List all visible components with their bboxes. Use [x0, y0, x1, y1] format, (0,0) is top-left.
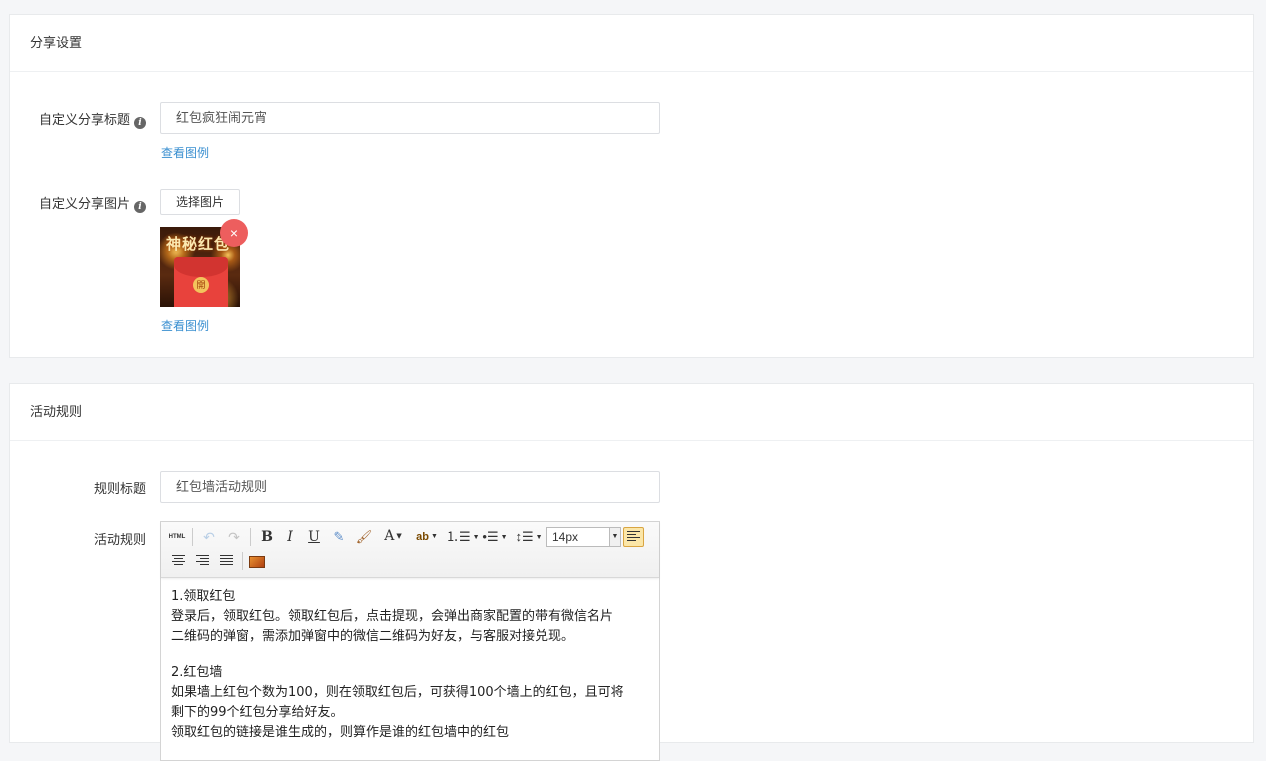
- justify-center-button[interactable]: [169, 551, 189, 571]
- eraser-icon[interactable]: ✎: [329, 527, 349, 547]
- justify-left-button[interactable]: [623, 527, 644, 547]
- toolbar-separator: [242, 552, 243, 570]
- toolbar-separator: [192, 528, 193, 546]
- align-right-icon: [196, 555, 209, 567]
- share-image-label-text: 自定义分享图片: [38, 196, 130, 211]
- insert-image-icon[interactable]: [247, 551, 267, 571]
- rule-paragraph-title: 1.领取红包: [171, 589, 236, 604]
- share-settings-panel: 分享设置 自定义分享标题 i 红包疯狂闹元宵 查看图例 自定义分享图片 i 选择图片…: [9, 14, 1254, 358]
- editor-content[interactable]: 1.领取红包 登录后，领取红包。领取红包后，点击提现，会弹出商家配置的带有微信名…: [161, 578, 659, 752]
- red-envelope-image: 開: [174, 257, 228, 307]
- image-icon-shape: [249, 556, 265, 568]
- info-icon[interactable]: i: [134, 201, 146, 213]
- align-center-icon: [172, 555, 185, 567]
- share-title-label: 自定义分享标题 i: [6, 109, 146, 129]
- share-title-example-link[interactable]: 查看图例: [161, 144, 209, 161]
- share-title-label-text: 自定义分享标题: [38, 112, 130, 127]
- select-image-button[interactable]: 选择图片: [160, 189, 241, 215]
- activity-rules-panel: 活动规则 规则标题 红包墙活动规则 活动规则 HTML ↶ ↷ B I U ✎ …: [9, 383, 1254, 761]
- rule-content-label: 活动规则: [93, 532, 146, 547]
- line-height-icon[interactable]: ↕☰ ▼: [514, 527, 544, 547]
- bold-button[interactable]: B: [257, 527, 277, 547]
- underline-button[interactable]: U: [304, 527, 324, 547]
- rule-paragraph-line: 剩下的99个红包分享给好友。: [171, 705, 344, 720]
- rich-text-editor[interactable]: HTML ↶ ↷ B I U ✎ 🖌 A ▼ ab ▼ ⒈☰ ▼ •☰ ▼ ↕☰ ▼ 14…: [160, 521, 660, 761]
- font-size-value: 14px: [552, 530, 579, 544]
- undo-icon[interactable]: ↶: [199, 527, 219, 547]
- align-justify-icon: [220, 555, 233, 567]
- html-source-button[interactable]: HTML: [166, 527, 188, 547]
- chevron-down-icon[interactable]: ▼: [609, 528, 620, 546]
- redo-icon[interactable]: ↷: [224, 527, 244, 547]
- toolbar-separator: [250, 528, 251, 546]
- font-size-select[interactable]: 14px ▼: [546, 527, 621, 547]
- share-image-example-link[interactable]: 查看图例: [161, 317, 209, 334]
- share-title-input[interactable]: 红包疯狂闹元宵: [160, 102, 660, 134]
- rule-paragraph-line: 如果墙上红包个数为100，则在领取红包后，可获得100个墙上的红包，且可将: [171, 685, 624, 700]
- ordered-list-icon[interactable]: ⒈☰ ▼: [446, 527, 480, 547]
- rule-title-input[interactable]: 红包墙活动规则: [160, 471, 660, 503]
- justify-right-button[interactable]: [193, 551, 213, 571]
- justify-full-button[interactable]: [217, 551, 237, 571]
- share-settings-title: 分享设置: [10, 15, 1253, 72]
- align-left-icon: [627, 531, 640, 543]
- rule-paragraph-title: 2.红包墙: [171, 665, 223, 680]
- rule-paragraph-line: 领取红包的链接是谁生成的，则算作是谁的红包墙中的红包: [171, 725, 510, 740]
- rule-paragraph-line: 登录后，领取红包。领取红包后，点击提现，会弹出商家配置的带有微信名片: [171, 609, 614, 624]
- font-color-button[interactable]: A ▼: [379, 526, 407, 546]
- activity-rules-title: 活动规则: [10, 384, 1253, 441]
- editor-toolbar: HTML ↶ ↷ B I U ✎ 🖌 A ▼ ab ▼ ⒈☰ ▼ •☰ ▼ ↕☰ ▼ 14…: [161, 522, 659, 578]
- rule-title-label: 规则标题: [93, 481, 146, 496]
- italic-button[interactable]: I: [280, 527, 300, 547]
- envelope-seal: 開: [193, 277, 209, 293]
- format-painter-icon[interactable]: 🖌: [354, 527, 374, 547]
- highlight-button[interactable]: ab ▼: [412, 527, 442, 547]
- share-image-label: 自定义分享图片 i: [6, 193, 146, 213]
- font-color-glyph: A: [384, 528, 395, 544]
- info-icon[interactable]: i: [134, 117, 146, 129]
- highlight-glyph: ab: [416, 531, 429, 543]
- rule-paragraph-line: 二维码的弹窗，需添加弹窗中的微信二维码为好友，与客服对接兑现。: [171, 629, 575, 644]
- unordered-list-icon[interactable]: •☰ ▼: [480, 527, 510, 547]
- remove-image-button[interactable]: ×: [220, 219, 248, 247]
